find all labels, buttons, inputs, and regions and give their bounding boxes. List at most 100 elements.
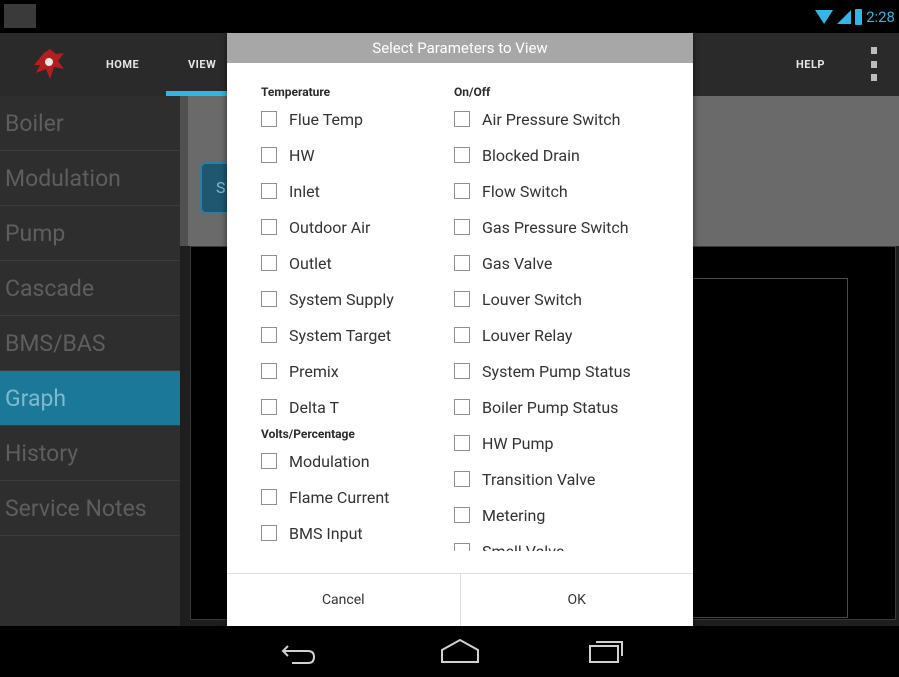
checkbox-label: Louver Switch [482, 289, 582, 309]
checkbox[interactable] [261, 489, 277, 505]
checkbox-label: System Supply [289, 289, 394, 309]
checkbox[interactable] [454, 183, 470, 199]
tab-view[interactable]: VIEW [188, 33, 216, 96]
checkbox-premix[interactable]: Premix [261, 353, 394, 389]
checkbox[interactable] [454, 255, 470, 271]
sidebar-item-boiler[interactable]: Boiler [0, 96, 180, 151]
checkbox-delta-t[interactable]: Delta T [261, 389, 394, 425]
checkbox-system-pump-status[interactable]: System Pump Status [454, 353, 631, 389]
checkbox-gas-valve[interactable]: Gas Valve [454, 245, 631, 281]
checkbox[interactable] [261, 525, 277, 541]
sidebar-item-service-notes[interactable]: Service Notes [0, 481, 180, 536]
checkbox-gas-pressure-switch[interactable]: Gas Pressure Switch [454, 209, 631, 245]
checkbox-label: Flow Switch [482, 181, 568, 201]
checkbox-system-supply[interactable]: System Supply [261, 281, 394, 317]
checkbox[interactable] [261, 363, 277, 379]
checkbox-flue-temp[interactable]: Flue Temp [261, 101, 394, 137]
checkbox-label: Smell Valve [482, 541, 565, 552]
left-column: Temperature Flue Temp HW Inlet Outdoor A… [261, 63, 394, 551]
checkbox-inlet[interactable]: Inlet [261, 173, 394, 209]
status-bar: 2:28 [0, 0, 899, 33]
checkbox-flame-current[interactable]: Flame Current [261, 479, 394, 515]
checkbox[interactable] [261, 399, 277, 415]
dialog-body[interactable]: Temperature Flue Temp HW Inlet Outdoor A… [227, 63, 693, 551]
sidebar-item-cascade[interactable]: Cascade [0, 261, 180, 316]
checkbox-label: Delta T [289, 397, 340, 417]
checkbox[interactable] [261, 327, 277, 343]
checkbox-label: HW [289, 145, 315, 165]
checkbox[interactable] [454, 111, 470, 127]
cancel-button[interactable]: Cancel [227, 574, 460, 627]
sidebar-item-history[interactable]: History [0, 426, 180, 481]
checkbox-label: Boiler Pump Status [482, 397, 619, 417]
recent-apps-icon[interactable] [586, 636, 626, 666]
ok-button[interactable]: OK [459, 574, 694, 627]
checkbox-louver-switch[interactable]: Louver Switch [454, 281, 631, 317]
checkbox-system-target[interactable]: System Target [261, 317, 394, 353]
checkbox-smell-valve[interactable]: Smell Valve [454, 533, 631, 551]
right-column: On/Off Air Pressure Switch Blocked Drain… [454, 63, 631, 551]
sidebar-item-pump[interactable]: Pump [0, 206, 180, 261]
checkbox-outlet[interactable]: Outlet [261, 245, 394, 281]
checkbox[interactable] [261, 255, 277, 271]
sidebar-item-graph[interactable]: Graph [0, 371, 180, 426]
checkbox-label: Gas Valve [482, 253, 553, 273]
checkbox-label: BMS Input [289, 523, 363, 543]
signal-icon [837, 10, 852, 24]
checkbox[interactable] [261, 219, 277, 235]
checkbox-metering[interactable]: Metering [454, 497, 631, 533]
checkbox-outdoor-air[interactable]: Outdoor Air [261, 209, 394, 245]
dialog-title: Select Parameters to View [227, 33, 693, 63]
checkbox-label: Metering [482, 505, 546, 525]
checkbox-air-pressure-switch[interactable]: Air Pressure Switch [454, 101, 631, 137]
app-logo-icon[interactable] [30, 45, 68, 83]
help-button[interactable]: HELP [796, 33, 825, 96]
checkbox-hw[interactable]: HW [261, 137, 394, 173]
checkbox[interactable] [454, 435, 470, 451]
checkbox[interactable] [454, 291, 470, 307]
checkbox-label: Air Pressure Switch [482, 109, 621, 129]
checkbox-blocked-drain[interactable]: Blocked Drain [454, 137, 631, 173]
checkbox-modulation[interactable]: Modulation [261, 443, 394, 479]
checkbox-hw-pump[interactable]: HW Pump [454, 425, 631, 461]
checkbox[interactable] [454, 471, 470, 487]
checkbox-boiler-pump-status[interactable]: Boiler Pump Status [454, 389, 631, 425]
checkbox-louver-relay[interactable]: Louver Relay [454, 317, 631, 353]
checkbox-flow-switch[interactable]: Flow Switch [454, 173, 631, 209]
home-icon[interactable] [440, 636, 480, 666]
tab-home[interactable]: HOME [106, 33, 139, 96]
wifi-icon [815, 10, 834, 24]
checkbox[interactable] [454, 399, 470, 415]
checkbox[interactable] [261, 291, 277, 307]
sidebar: Boiler Modulation Pump Cascade BMS/BAS G… [0, 96, 180, 626]
checkbox[interactable] [454, 147, 470, 163]
dialog-footer: Cancel OK [227, 573, 693, 627]
checkbox-label: Flue Temp [289, 109, 363, 129]
notification-icon [4, 4, 36, 28]
volts-percentage-header: Volts/Percentage [261, 427, 355, 441]
back-icon[interactable] [280, 636, 320, 666]
checkbox-bms-input[interactable]: BMS Input [261, 515, 394, 551]
checkbox-label: Blocked Drain [482, 145, 580, 165]
checkbox[interactable] [261, 111, 277, 127]
checkbox[interactable] [454, 507, 470, 523]
checkbox-label: System Target [289, 325, 392, 345]
checkbox-label: Flame Current [289, 487, 390, 507]
checkbox[interactable] [454, 327, 470, 343]
checkbox[interactable] [261, 453, 277, 469]
system-nav-bar [0, 626, 899, 677]
sidebar-item-bms-bas[interactable]: BMS/BAS [0, 316, 180, 371]
battery-icon [855, 9, 863, 25]
checkbox-label: Inlet [289, 181, 320, 201]
checkbox[interactable] [454, 219, 470, 235]
checkbox[interactable] [261, 183, 277, 199]
checkbox-label: Outdoor Air [289, 217, 371, 237]
sidebar-item-modulation[interactable]: Modulation [0, 151, 180, 206]
checkbox[interactable] [454, 363, 470, 379]
checkbox[interactable] [454, 543, 470, 551]
checkbox[interactable] [261, 147, 277, 163]
overflow-menu-icon[interactable] [869, 47, 879, 81]
temperature-header: Temperature [261, 85, 331, 99]
checkbox-transition-valve[interactable]: Transition Valve [454, 461, 631, 497]
checkbox-label: Modulation [289, 451, 370, 471]
